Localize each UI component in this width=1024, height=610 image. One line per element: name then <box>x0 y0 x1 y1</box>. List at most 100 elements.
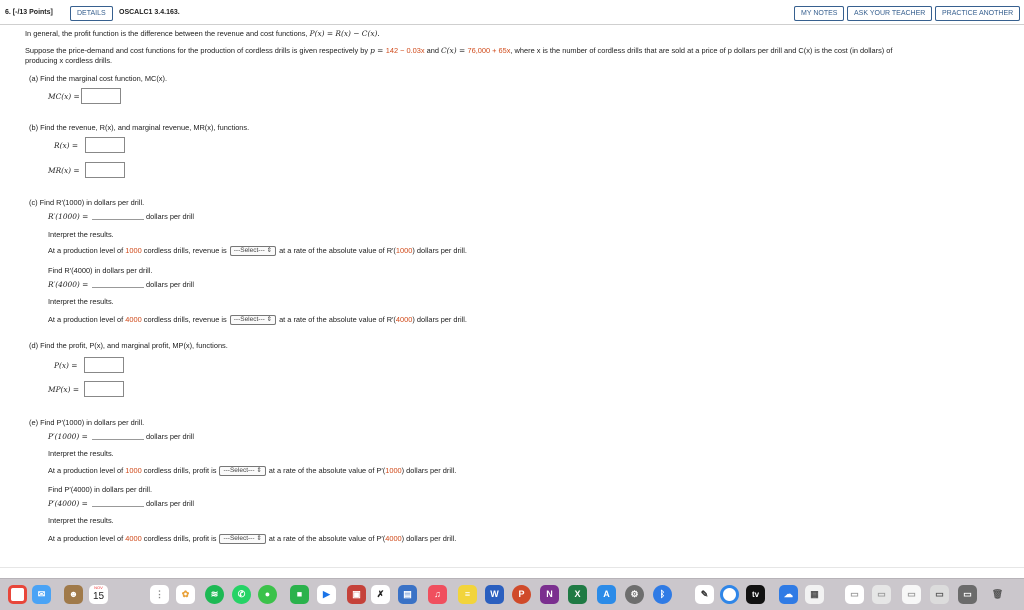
intro-text: Suppose the price-demand and cost functi… <box>25 46 371 55</box>
textedit-icon[interactable]: ✎ <box>695 585 714 604</box>
cost-label: C(x) = <box>441 46 468 55</box>
r-label: R(x) = <box>54 141 79 150</box>
chrome-icon[interactable] <box>8 585 27 604</box>
tv-icon[interactable]: tv <box>746 585 765 604</box>
photos-icon[interactable]: ✿ <box>176 585 195 604</box>
cloud-icon[interactable]: ☁ <box>779 585 798 604</box>
unit-label: dollars per drill <box>146 212 195 221</box>
excel-icon[interactable]: X <box>568 585 587 604</box>
rp1000-answer-input[interactable] <box>92 212 144 220</box>
interpret-label: Interpret the results. <box>48 449 114 458</box>
intro-line-1: In general, the profit function is the d… <box>25 29 380 38</box>
tv-label: tv <box>751 590 760 599</box>
window-thumbnail-icon[interactable]: ▭ <box>872 585 891 604</box>
notes-icon[interactable]: ≡ <box>458 585 477 604</box>
interpret-label: Interpret the results. <box>48 516 114 525</box>
preview-icon[interactable]: ▦ <box>805 585 824 604</box>
intro-text: In general, the profit function is the d… <box>25 29 310 38</box>
revenue-trend-select-2[interactable]: ---Select--- ⇕ <box>229 315 277 326</box>
reminders-icon[interactable]: ⋮ <box>150 585 169 604</box>
unit-label: dollars per drill <box>146 432 195 441</box>
pp1000-answer-input[interactable] <box>92 432 144 440</box>
unit-label: dollars per drill <box>146 499 195 508</box>
part-e-title: (e) Find P′(1000) in dollars per drill. <box>29 418 145 427</box>
part-c-title: (c) Find R′(1000) in dollars per drill. <box>29 198 145 207</box>
sentence-text: ) dollars per drill. <box>412 246 467 255</box>
profit-trend-select-1[interactable]: ---Select--- ⇕ <box>219 466 266 477</box>
mail-icon[interactable]: ✉ <box>32 585 51 604</box>
sentence-text: At a production level of <box>48 534 126 543</box>
select-value: ---Select--- <box>233 247 265 255</box>
messages-icon[interactable]: ● <box>258 585 277 604</box>
sentence-text: at a rate of the absolute value of R′( <box>279 315 396 324</box>
details-button[interactable]: DETAILS <box>70 6 113 21</box>
mr-answer-input[interactable] <box>85 162 125 178</box>
zoom-icon[interactable]: ▶ <box>317 585 336 604</box>
interpret-sentence-1: At a production level of 1000 cordless d… <box>48 246 467 257</box>
production-level: 4000 <box>125 534 142 543</box>
trash-icon[interactable]: 🗑 <box>988 585 1007 604</box>
interpret-sentence-2: At a production level of 4000 cordless d… <box>48 315 467 326</box>
window-thumbnail-icon[interactable]: ▭ <box>845 585 864 604</box>
revenue-trend-select-1[interactable]: ---Select--- ⇕ <box>229 246 277 257</box>
problem-code: OSCALC1 3.4.163. <box>119 9 180 16</box>
points-label: 6. [-/13 Points] <box>5 9 53 16</box>
calendar-month: NOV <box>94 585 103 590</box>
calendar-icon[interactable]: NOV 15 <box>89 585 108 604</box>
rp4000-answer-input[interactable] <box>92 280 144 288</box>
p-label: P(x) = <box>54 361 78 370</box>
photo-booth-icon[interactable]: ▣ <box>347 585 366 604</box>
select-value: ---Select--- <box>223 535 255 543</box>
interpret-sentence-3: At a production level of 1000 cordless d… <box>48 466 457 477</box>
word-icon[interactable]: W <box>485 585 504 604</box>
music-icon[interactable]: ♫ <box>428 585 447 604</box>
profit-trend-select-2[interactable]: ---Select--- ⇕ <box>219 534 266 545</box>
contacts-icon[interactable]: ☻ <box>64 585 83 604</box>
mc-answer-input[interactable] <box>81 88 121 104</box>
onenote-icon[interactable]: N <box>540 585 559 604</box>
mp-answer-input[interactable] <box>84 381 124 397</box>
my-notes-button[interactable]: MY NOTES <box>794 6 845 21</box>
system-preferences-icon[interactable]: ⚙ <box>625 585 644 604</box>
page-divider <box>0 567 1024 568</box>
spotify-icon[interactable]: ≋ <box>205 585 224 604</box>
sentence-text: at a rate of the absolute value of R′( <box>279 246 396 255</box>
powerpoint-icon[interactable]: P <box>512 585 531 604</box>
notes-app-icon[interactable]: ▤ <box>398 585 417 604</box>
select-value: ---Select--- <box>223 467 255 475</box>
practice-another-button[interactable]: PRACTICE ANOTHER <box>935 6 1021 21</box>
ask-teacher-button[interactable]: ASK YOUR TEACHER <box>847 6 933 21</box>
bluetooth-icon[interactable]: ᛒ <box>653 585 672 604</box>
sentence-text: cordless drills, revenue is <box>141 315 227 324</box>
sentence-text: ) dollars per drill. <box>401 534 457 543</box>
sentence-text: at a rate of the absolute value of P′( <box>268 466 386 475</box>
pp1000-label: P′(1000) = <box>48 432 88 441</box>
r-answer-input[interactable] <box>85 137 125 153</box>
app-store-icon[interactable]: A <box>597 585 616 604</box>
part-d-title: (d) Find the profit, P(x), and marginal … <box>29 341 228 350</box>
whatsapp-icon[interactable]: ✆ <box>232 585 251 604</box>
production-level: 1000 <box>125 246 142 255</box>
window-thumbnail-icon[interactable]: ▭ <box>958 585 977 604</box>
pp4000-label: P′(4000) = <box>48 499 88 508</box>
production-level: 1000 <box>385 466 402 475</box>
facetime-icon[interactable]: ■ <box>290 585 309 604</box>
window-thumbnail-icon[interactable]: ▭ <box>930 585 949 604</box>
production-level: 4000 <box>125 315 142 324</box>
intro-text: and <box>424 46 442 55</box>
scrabble-icon[interactable]: ✗ <box>371 585 390 604</box>
safari-icon[interactable] <box>720 585 739 604</box>
intro-text: , where x is the number of cordless dril… <box>510 46 893 55</box>
pp4000-answer-input[interactable] <box>92 499 144 507</box>
sentence-text: ) dollars per drill. <box>401 466 457 475</box>
window-thumbnail-icon[interactable]: ▭ <box>902 585 921 604</box>
select-value: ---Select--- <box>233 316 265 324</box>
unit-label: dollars per drill <box>146 280 195 289</box>
sentence-text: at a rate of the absolute value of P′( <box>268 534 386 543</box>
question-header: 6. [-/13 Points] DETAILS OSCALC1 3.4.163… <box>0 0 1024 25</box>
mp-label: MP(x) = <box>48 385 80 394</box>
price-label: p = <box>370 46 386 55</box>
price-value: 142 − 0.03x <box>385 46 425 55</box>
p-answer-input[interactable] <box>84 357 124 373</box>
sentence-text: At a production level of <box>48 246 126 255</box>
